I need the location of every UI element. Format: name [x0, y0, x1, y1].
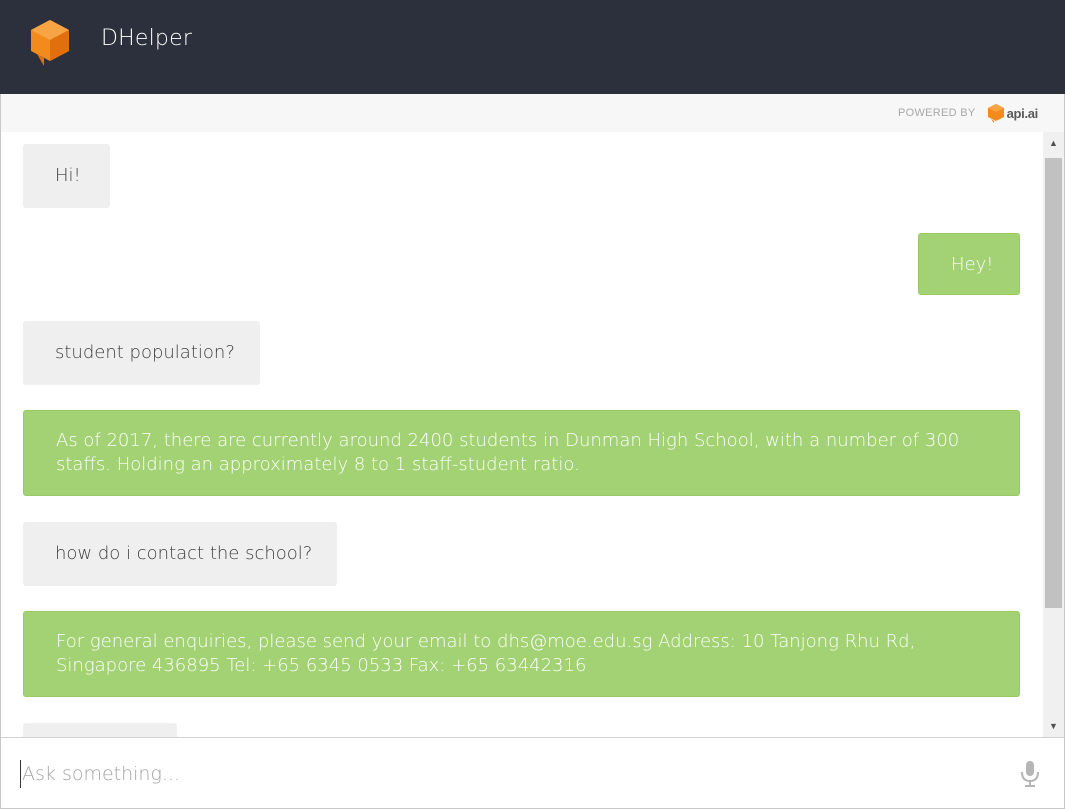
apiai-brand[interactable]: api.ai — [1007, 106, 1039, 121]
scroll-down-arrow-icon[interactable]: ▼ — [1043, 715, 1064, 737]
message-user: student population? — [23, 321, 260, 385]
scroll-thumb[interactable] — [1045, 158, 1062, 608]
message-user — [23, 723, 177, 737]
message-text: student population? — [55, 342, 235, 363]
message-input-bar — [1, 737, 1064, 808]
powered-by-bar: POWERED BY api.ai — [1, 94, 1064, 132]
message-bot: For general enquiries, please send your … — [23, 611, 1020, 697]
message-text: For general enquiries, please send your … — [56, 631, 916, 676]
scroll-up-arrow-icon[interactable]: ▲ — [1043, 132, 1064, 154]
apiai-logo-icon — [987, 103, 1004, 123]
message-text: Hey! — [951, 254, 994, 275]
powered-by-label: POWERED BY — [897, 107, 976, 119]
message-user: how do i contact the school? — [23, 522, 337, 586]
message-text: As of 2017, there are currently around 2… — [56, 430, 960, 475]
message-user: Hi! — [23, 144, 110, 208]
chat-scrollbar[interactable]: ▲ ▼ — [1043, 132, 1064, 737]
cube-logo-icon — [31, 20, 69, 66]
message-text: Hi! — [55, 165, 81, 186]
chat-history[interactable]: Hi! Hey! student population? As of 2017,… — [1, 132, 1043, 737]
message-text: how do i contact the school? — [55, 543, 313, 564]
microphone-icon[interactable] — [1019, 760, 1041, 788]
app-title: DHelper — [101, 26, 193, 51]
message-input[interactable] — [20, 760, 980, 788]
message-bot: Hey! — [918, 233, 1020, 295]
message-bot: As of 2017, there are currently around 2… — [23, 410, 1020, 496]
app-header: DHelper — [0, 0, 1065, 94]
